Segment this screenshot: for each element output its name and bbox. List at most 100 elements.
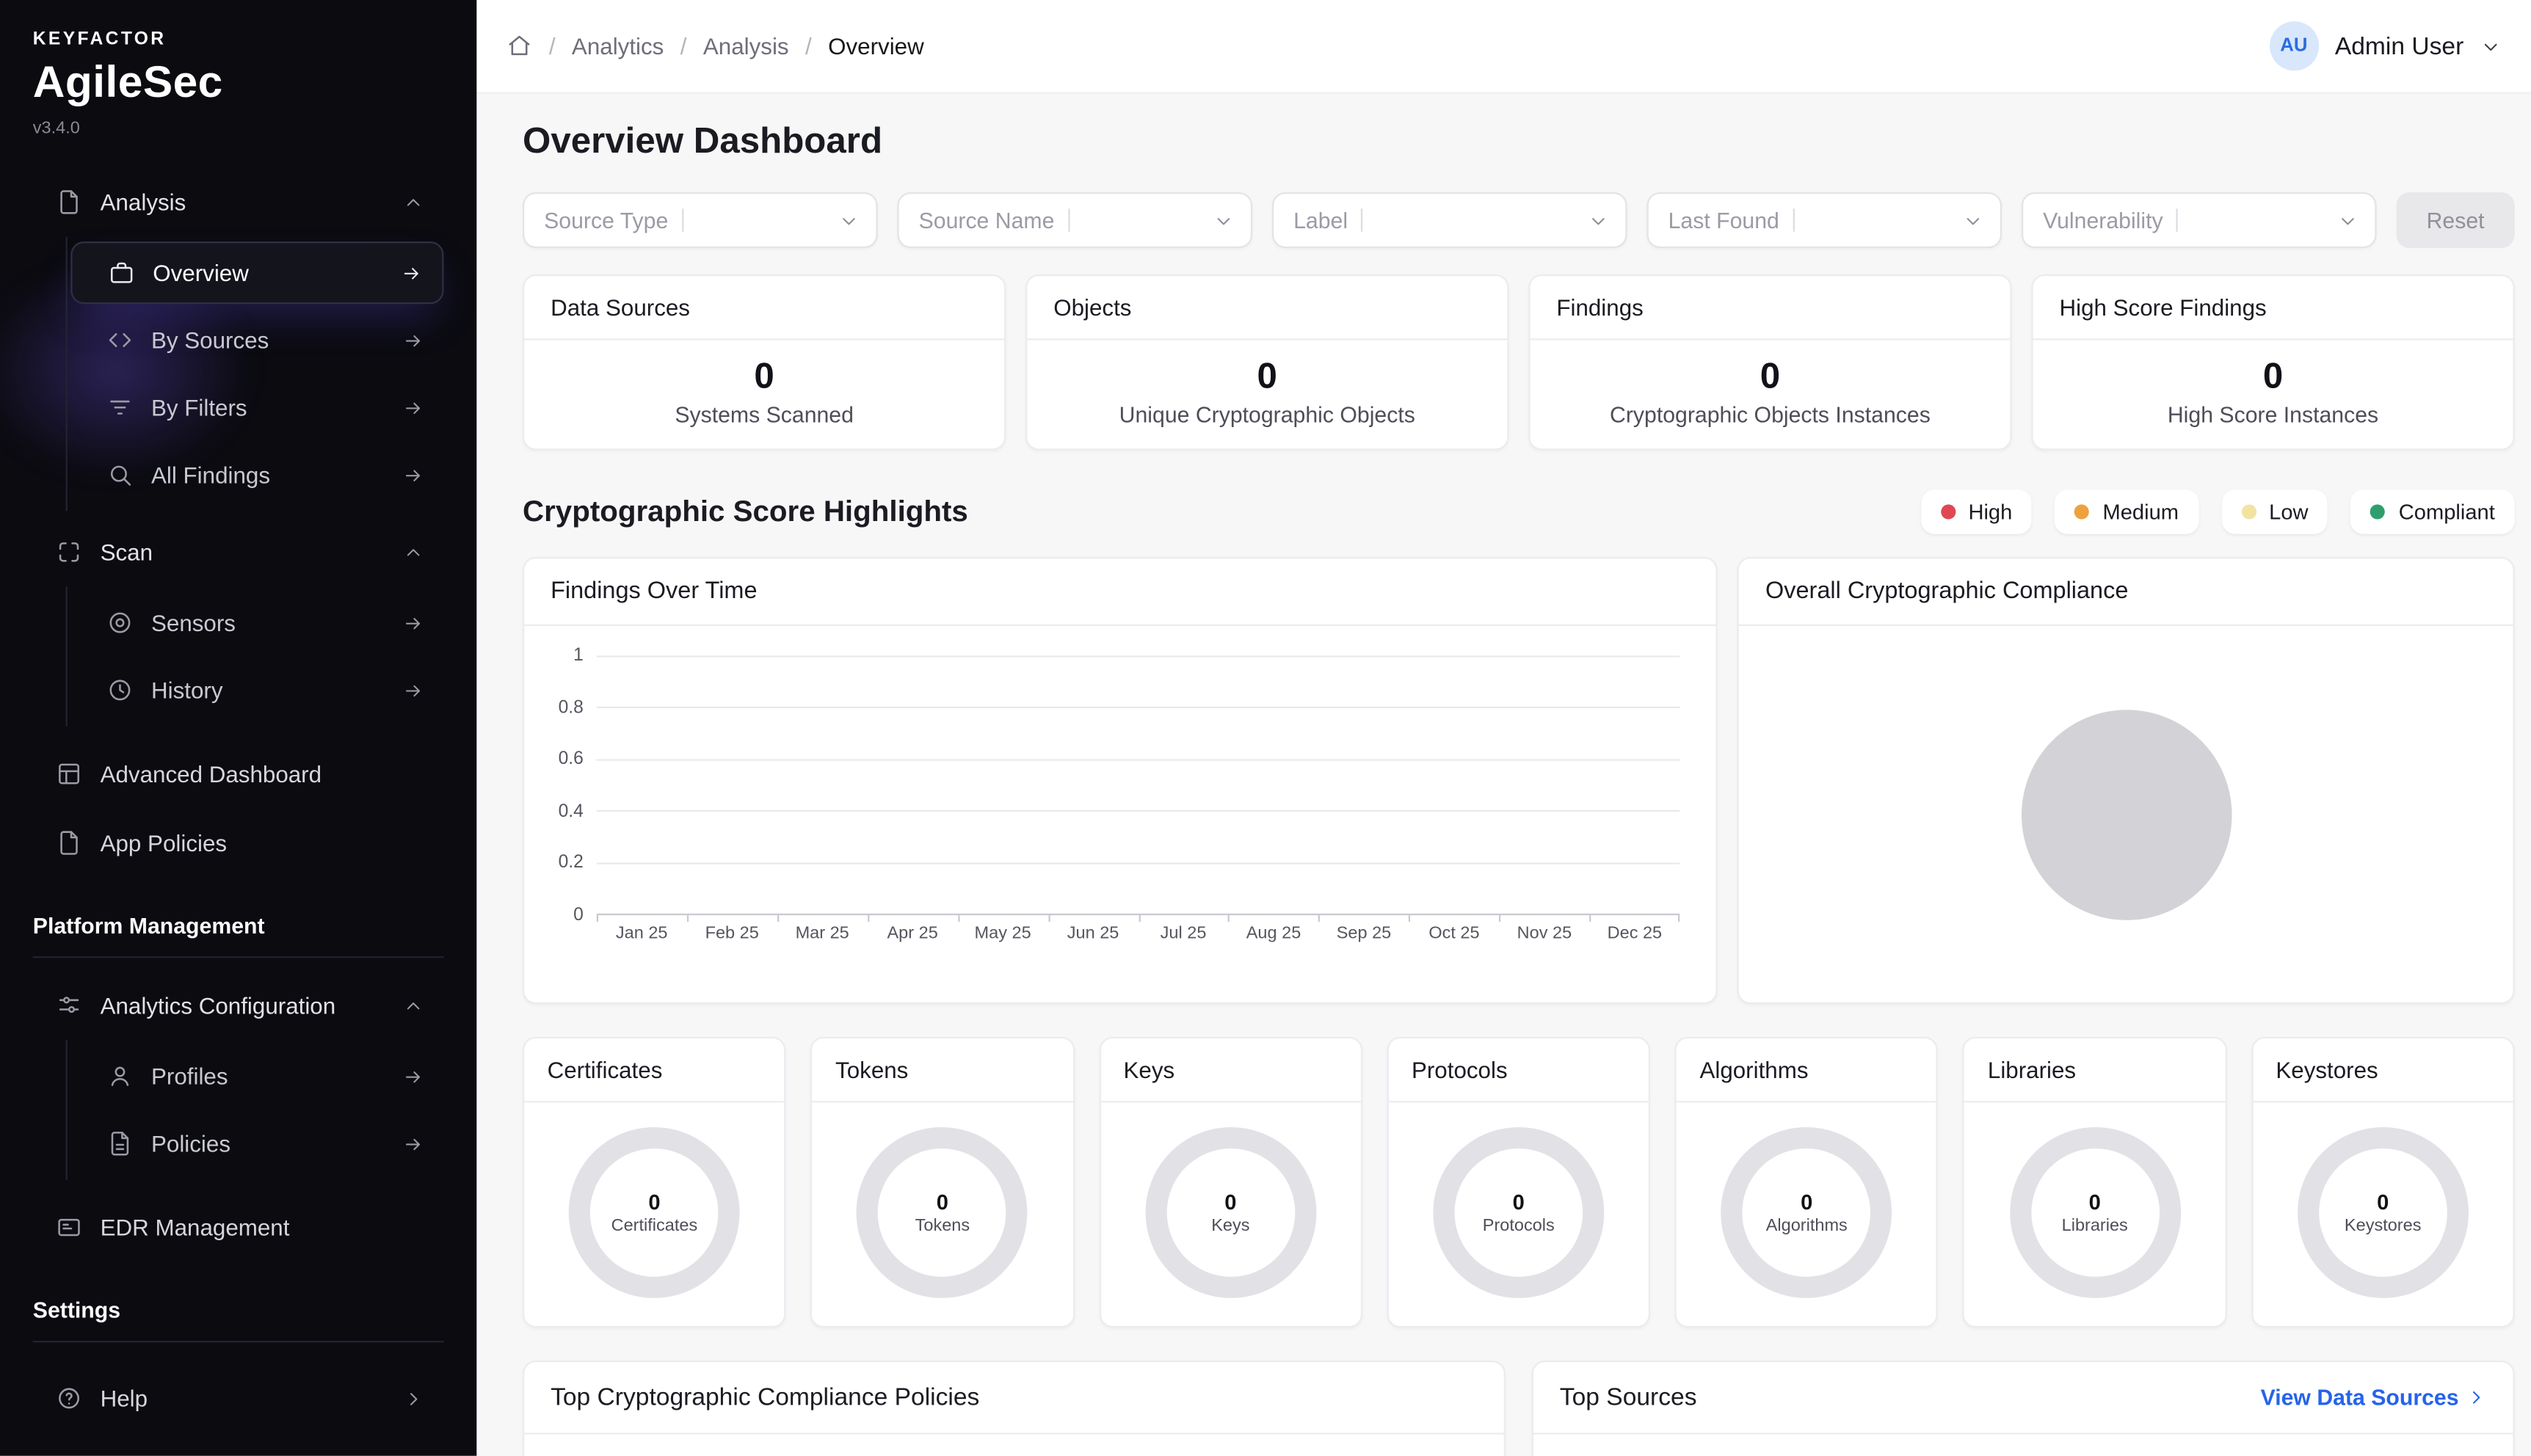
user-icon bbox=[107, 1063, 134, 1090]
sidebar-item-policies[interactable]: Policies bbox=[70, 1113, 443, 1175]
table-title: Top Cryptographic Compliance Policies bbox=[551, 1383, 979, 1411]
document-icon bbox=[56, 830, 82, 856]
link-label: View Data Sources bbox=[2261, 1385, 2459, 1410]
filter-icon bbox=[107, 394, 134, 421]
stat-subtitle: High Score Instances bbox=[2033, 403, 2513, 449]
home-icon[interactable] bbox=[506, 33, 533, 59]
filter-placeholder: Source Name bbox=[919, 208, 1055, 233]
nav-item-label: EDR Management bbox=[101, 1215, 290, 1241]
sidebar-group-analysis[interactable]: Analysis bbox=[33, 171, 444, 233]
filter-label[interactable]: Label bbox=[1272, 192, 1627, 248]
dashboard-icon bbox=[56, 761, 82, 787]
avatar: AU bbox=[2269, 21, 2318, 70]
donut-title: Libraries bbox=[1965, 1038, 2225, 1101]
user-menu[interactable]: AU Admin User bbox=[2269, 21, 2502, 70]
stat-value: 0 bbox=[1530, 355, 2011, 398]
donut-label: Keys bbox=[1211, 1216, 1249, 1236]
breadcrumb: / Analytics / Analysis / Overview bbox=[506, 33, 924, 59]
sidebar-item-profiles[interactable]: Profiles bbox=[70, 1045, 443, 1107]
analytics-configuration-submenu: Profiles Policies bbox=[66, 1040, 444, 1179]
legend-label: Low bbox=[2269, 500, 2308, 525]
section-title: Cryptographic Score Highlights bbox=[523, 495, 968, 529]
legend-low[interactable]: Low bbox=[2221, 489, 2328, 534]
top-policies-card: Top Cryptographic Compliance Policies Cr… bbox=[523, 1361, 1506, 1456]
score-legend: High Medium Low Compliant bbox=[1921, 489, 2515, 534]
filter-last-found[interactable]: Last Found bbox=[1646, 192, 2002, 248]
document-lines-icon bbox=[107, 1130, 134, 1157]
breadcrumb-analysis[interactable]: Analysis bbox=[703, 33, 789, 59]
x-tick: Oct 25 bbox=[1409, 923, 1499, 943]
brand: KEYFACTOR AgileSec v3.4.0 bbox=[33, 29, 444, 138]
sidebar-group-scan[interactable]: Scan bbox=[33, 521, 444, 583]
donut-chart: 0 Keys bbox=[1100, 1102, 1360, 1326]
compliant-dot bbox=[2371, 504, 2386, 519]
chevron-up-icon bbox=[403, 995, 424, 1016]
section-settings: Settings bbox=[33, 1298, 444, 1323]
sidebar-item-by-sources[interactable]: By Sources bbox=[70, 309, 443, 371]
donut-card-keys: Keys 0 Keys bbox=[1099, 1037, 1362, 1328]
chart-title: Overall Cryptographic Compliance bbox=[1739, 558, 2513, 625]
sidebar-item-by-filters[interactable]: By Filters bbox=[70, 376, 443, 439]
nav-group-label: Analytics Configuration bbox=[101, 992, 336, 1019]
x-tick: Feb 25 bbox=[687, 923, 777, 943]
sidebar-item-sensors[interactable]: Sensors bbox=[70, 592, 443, 654]
chevron-down-icon bbox=[838, 209, 860, 230]
breadcrumb-separator: / bbox=[805, 33, 812, 59]
donut-card-algorithms: Algorithms 0 Algorithms bbox=[1675, 1037, 1939, 1328]
filter-source-name[interactable]: Source Name bbox=[897, 192, 1252, 248]
donut-label: Tokens bbox=[915, 1216, 970, 1236]
filter-placeholder: Last Found bbox=[1668, 208, 1779, 233]
reset-button[interactable]: Reset bbox=[2396, 192, 2514, 248]
chevron-right-icon bbox=[403, 1388, 424, 1409]
divider bbox=[33, 956, 444, 958]
nav-item-label: By Filters bbox=[151, 394, 247, 421]
donut-chart: 0 Certificates bbox=[524, 1102, 784, 1326]
nav-item-label: Policies bbox=[151, 1130, 230, 1157]
nav-item-label: Help bbox=[101, 1385, 148, 1411]
filter-source-type[interactable]: Source Type bbox=[523, 192, 878, 248]
legend-high[interactable]: High bbox=[1921, 489, 2033, 534]
breadcrumb-analytics[interactable]: Analytics bbox=[572, 33, 664, 59]
x-tick: May 25 bbox=[958, 923, 1048, 943]
table-card-header: Top Cryptographic Compliance Policies bbox=[524, 1362, 1503, 1433]
divider bbox=[1793, 208, 1794, 231]
sidebar-item-all-findings[interactable]: All Findings bbox=[70, 444, 443, 506]
medium-dot bbox=[2074, 504, 2089, 519]
arrow-right-icon bbox=[403, 465, 424, 486]
gridline bbox=[597, 759, 1680, 760]
sidebar-item-help[interactable]: Help bbox=[33, 1367, 444, 1430]
arrow-right-icon bbox=[403, 612, 424, 633]
donut-chart: 0 Algorithms bbox=[1677, 1102, 1936, 1326]
y-tick: 0.8 bbox=[559, 698, 584, 718]
y-tick: 0.6 bbox=[559, 749, 584, 769]
view-data-sources-link[interactable]: View Data Sources bbox=[2261, 1385, 2487, 1410]
sidebar-item-app-policies[interactable]: App Policies bbox=[33, 812, 444, 874]
sidebar-nav: Analysis Overview By Sources By Filters bbox=[33, 171, 444, 1359]
gridline bbox=[597, 655, 1680, 657]
x-tick: Dec 25 bbox=[1589, 923, 1680, 943]
empty-pie-chart bbox=[2021, 709, 2232, 920]
object-type-cards: Certificates 0 Certificates Tokens 0 bbox=[523, 1037, 2515, 1328]
arrow-right-icon bbox=[403, 330, 424, 351]
filter-vulnerability[interactable]: Vulnerability bbox=[2022, 192, 2377, 248]
sidebar-group-analytics-configuration[interactable]: Analytics Configuration bbox=[33, 975, 444, 1037]
table-header-row: Cryptographic Severity Name Findings bbox=[524, 1435, 1503, 1456]
sidebar-item-overview[interactable]: Overview bbox=[70, 241, 443, 304]
legend-compliant[interactable]: Compliant bbox=[2351, 489, 2515, 534]
brand-product: AgileSec bbox=[33, 57, 444, 108]
chart-title: Findings Over Time bbox=[524, 558, 1716, 625]
nav-item-label: Advanced Dashboard bbox=[101, 761, 322, 787]
breadcrumb-separator: / bbox=[680, 33, 687, 59]
sidebar-item-advanced-dashboard[interactable]: Advanced Dashboard bbox=[33, 743, 444, 805]
sidebar-item-history[interactable]: History bbox=[70, 659, 443, 721]
x-tick: Aug 25 bbox=[1229, 923, 1319, 943]
legend-medium[interactable]: Medium bbox=[2055, 489, 2198, 534]
donut-card-certificates: Certificates 0 Certificates bbox=[523, 1037, 786, 1328]
stat-subtitle: Cryptographic Objects Instances bbox=[1530, 403, 2011, 449]
top-sources-card: Top Sources View Data Sources Source Typ… bbox=[1532, 1361, 2515, 1456]
x-tick: Jun 25 bbox=[1048, 923, 1139, 943]
y-tick: 0.4 bbox=[559, 801, 584, 821]
donut-ring: 0 Tokens bbox=[857, 1127, 1028, 1298]
sidebar-item-edr-management[interactable]: EDR Management bbox=[33, 1196, 444, 1259]
app-window: KEYFACTOR AgileSec v3.4.0 Analysis Overv… bbox=[0, 0, 2531, 1456]
